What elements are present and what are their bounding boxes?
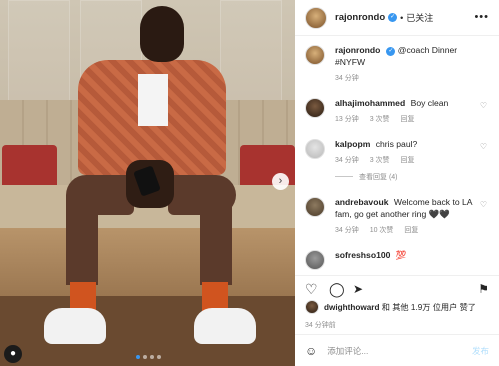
emoji-smiley-icon[interactable]: ☺ bbox=[305, 344, 317, 358]
comment-item: andrebavouk Welcome back to LA fam, go g… bbox=[305, 196, 489, 235]
caption: rajonrondo ✓ @coach Dinner #NYFW 34 分钟 bbox=[305, 44, 489, 83]
like-heart-icon[interactable]: ♡ bbox=[305, 281, 318, 298]
comment-likes[interactable]: 10 次赞 bbox=[370, 227, 394, 234]
comment-time: 34 分钟 bbox=[335, 227, 359, 234]
avatar[interactable] bbox=[305, 98, 325, 118]
reply-button[interactable]: 回复 bbox=[404, 227, 418, 234]
post-comment-button[interactable]: 发布 bbox=[472, 345, 489, 357]
carousel-dots bbox=[136, 355, 161, 359]
view-replies-button[interactable]: 查看回复 (4) bbox=[335, 172, 483, 182]
shoe-left bbox=[44, 308, 106, 344]
add-comment-bar: ☺ 发布 bbox=[295, 334, 499, 366]
shoe-right bbox=[194, 308, 256, 344]
comment-like-heart-icon[interactable]: ♡ bbox=[480, 142, 487, 151]
comment-time: 13 分钟 bbox=[335, 116, 359, 123]
comment-likes[interactable]: 3 次赞 bbox=[370, 157, 390, 164]
caption-time: 34 分钟 bbox=[335, 75, 359, 82]
comment-time: 34 分钟 bbox=[335, 157, 359, 164]
comment-like-heart-icon[interactable]: ♡ bbox=[480, 101, 487, 110]
bookmark-icon[interactable]: ⚑ bbox=[478, 282, 489, 296]
carousel-dot bbox=[143, 355, 147, 359]
avatar[interactable] bbox=[305, 250, 325, 270]
comment-text: Boy clean bbox=[410, 98, 449, 108]
carousel-dot bbox=[150, 355, 154, 359]
caption-username[interactable]: rajonrondo bbox=[335, 45, 380, 55]
leg-left-shin bbox=[66, 195, 98, 285]
sofa-base bbox=[0, 228, 295, 298]
comment-username[interactable]: kalpopm bbox=[335, 139, 370, 149]
comment-bubble-icon[interactable]: ◯ bbox=[329, 281, 345, 298]
verified-badge-icon: ✓ bbox=[388, 13, 398, 22]
comment-item: sofreshso100 💯 bbox=[305, 249, 489, 270]
carousel-dot bbox=[157, 355, 161, 359]
likes-username[interactable]: dwighthoward bbox=[324, 303, 380, 312]
more-options-icon[interactable]: ••• bbox=[474, 11, 489, 23]
comment-like-heart-icon[interactable]: ♡ bbox=[480, 200, 487, 209]
pillow bbox=[2, 145, 57, 190]
post-timestamp: 34 分钟前 bbox=[305, 322, 336, 329]
avatar[interactable] bbox=[305, 139, 325, 159]
avatar[interactable] bbox=[305, 45, 325, 65]
header-separator: • bbox=[400, 12, 404, 23]
carousel-dot bbox=[136, 355, 140, 359]
person-head bbox=[140, 6, 184, 62]
share-plane-icon[interactable]: ➤ bbox=[353, 282, 363, 296]
t-shirt bbox=[138, 74, 168, 126]
comments-list[interactable]: rajonrondo ✓ @coach Dinner #NYFW 34 分钟 al… bbox=[295, 44, 499, 272]
comment-item: kalpopm chris paul? 34 分钟 3 次赞 回复 查看回复 (… bbox=[305, 138, 489, 182]
post-photo[interactable]: › ● bbox=[0, 0, 295, 366]
leg-right-shin bbox=[200, 195, 232, 285]
header-username[interactable]: rajonrondo bbox=[335, 12, 385, 23]
likes-count-text: 和 其他 1.9万 位用户 赞了 bbox=[379, 303, 476, 312]
avatar[interactable] bbox=[305, 197, 325, 217]
reply-button[interactable]: 回复 bbox=[400, 157, 414, 164]
comment-username[interactable]: alhajimohammed bbox=[335, 98, 405, 108]
avatar[interactable] bbox=[305, 6, 327, 29]
comment-username[interactable]: andrebavouk bbox=[335, 197, 389, 207]
comment-username[interactable]: sofreshso100 bbox=[335, 250, 390, 260]
verified-badge-icon: ✓ bbox=[386, 47, 396, 56]
action-bar: ♡ ◯ ➤ ⚑ bbox=[295, 275, 499, 301]
comment-input[interactable] bbox=[327, 345, 448, 356]
next-photo-arrow-icon[interactable]: › bbox=[272, 173, 289, 190]
comment-text: chris paul? bbox=[375, 139, 418, 149]
comment-item: alhajimohammed Boy clean 13 分钟 3 次赞 回复 ♡ bbox=[305, 97, 489, 124]
comment-text: 💯 bbox=[395, 250, 407, 260]
tagged-user-icon[interactable]: ● bbox=[4, 345, 22, 363]
reply-button[interactable]: 回复 bbox=[400, 116, 414, 123]
avatar[interactable] bbox=[305, 300, 319, 314]
following-button[interactable]: 已关注 bbox=[406, 11, 433, 24]
comment-likes[interactable]: 3 次赞 bbox=[370, 116, 390, 123]
post-header: rajonrondo ✓ • 已关注 ••• bbox=[295, 0, 499, 36]
post-sidebar: rajonrondo ✓ • 已关注 ••• rajonrondo ✓ @coac… bbox=[295, 0, 499, 366]
likes-summary[interactable]: dwighthoward 和 其他 1.9万 位用户 赞了 bbox=[305, 300, 476, 314]
replies-line bbox=[335, 176, 353, 177]
view-replies-label: 查看回复 (4) bbox=[359, 174, 398, 181]
